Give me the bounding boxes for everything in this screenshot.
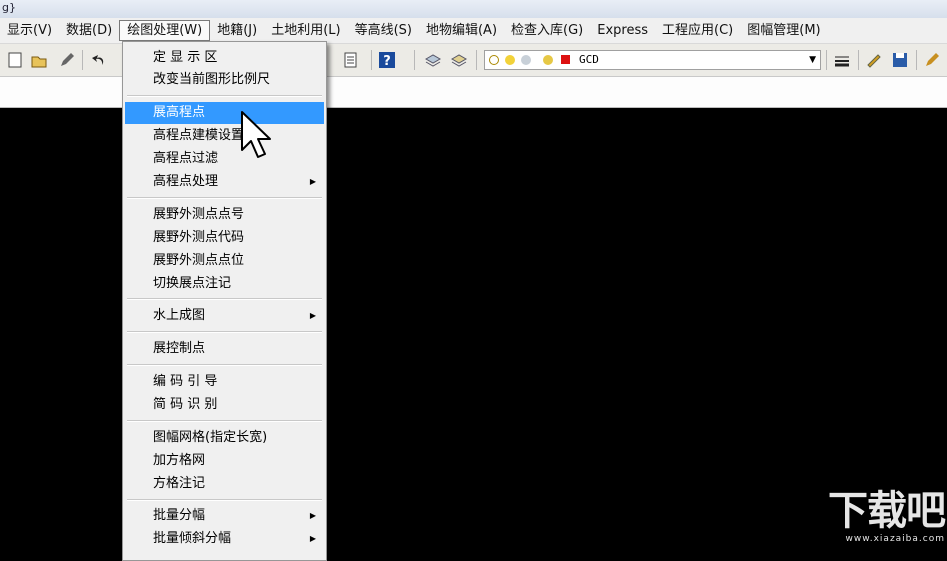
menu-item-batch-oblique-split[interactable]: 批量倾斜分幅 ▶ xyxy=(125,528,324,550)
menu-item-elevation-model-settings[interactable]: 高程点建模设置 xyxy=(125,125,324,147)
menu-item-code-guide[interactable]: 编 码 引 导 xyxy=(125,371,324,393)
submenu-arrow-icon: ▶ xyxy=(309,177,316,186)
freeze-icon xyxy=(521,55,531,65)
menu-item-plot-control-points[interactable]: 展控制点 xyxy=(125,338,324,360)
menu-item-set-display-area[interactable]: 定 显 示 区 xyxy=(125,47,324,69)
layer-dropdown[interactable]: GCD ▼ xyxy=(484,50,821,70)
publish-icon[interactable] xyxy=(347,51,365,69)
menu-item-label: 批量分幅 xyxy=(153,508,206,523)
menu-land-use[interactable]: 土地利用(L) xyxy=(264,20,347,41)
menu-item-plot-point-codes[interactable]: 展野外测点代码 xyxy=(125,227,324,249)
menu-item-label: 高程点处理 xyxy=(153,174,219,189)
properties-icon[interactable] xyxy=(865,51,883,69)
undo-icon[interactable] xyxy=(90,51,108,69)
layer-name: GCD xyxy=(579,53,599,66)
watermark-url: www.xiazaiba.com xyxy=(845,534,945,544)
menu-cadastre[interactable]: 地籍(J) xyxy=(210,20,264,41)
new-file-icon[interactable] xyxy=(6,51,24,69)
menu-item-grid-annotation[interactable]: 方格注记 xyxy=(125,473,324,495)
help-icon[interactable]: ? xyxy=(378,51,396,69)
open-file-icon[interactable] xyxy=(30,51,48,69)
menu-item-plot-point-positions[interactable]: 展野外测点点位 xyxy=(125,250,324,272)
chevron-down-icon: ▼ xyxy=(809,55,816,65)
submenu-arrow-icon: ▶ xyxy=(309,534,316,543)
title-bar: g} xyxy=(0,0,947,18)
submenu-arrow-icon: ▶ xyxy=(309,511,316,520)
pencil-icon[interactable] xyxy=(58,51,76,69)
menu-item-water-mapping[interactable]: 水上成图 ▶ xyxy=(125,305,324,327)
watermark-logo: 下载吧 xyxy=(828,488,946,534)
menu-item-elevation-filter[interactable]: 高程点过滤 xyxy=(125,148,324,170)
lightbulb-icon xyxy=(489,55,499,65)
menu-sheet-management[interactable]: 图幅管理(M) xyxy=(740,20,827,41)
menu-item-short-code-recognition[interactable]: 简 码 识 别 xyxy=(125,394,324,416)
layers-icon[interactable] xyxy=(424,51,442,69)
menu-item-elevation-processing[interactable]: 高程点处理 ▶ xyxy=(125,171,324,193)
save-icon[interactable] xyxy=(891,51,909,69)
menu-item-add-grid[interactable]: 加方格网 xyxy=(125,450,324,472)
sun-icon xyxy=(505,55,515,65)
layer-states-icon[interactable] xyxy=(450,51,468,69)
menu-feature-edit[interactable]: 地物编辑(A) xyxy=(419,20,504,41)
edit-icon[interactable] xyxy=(923,51,941,69)
menu-item-sheet-grid[interactable]: 图幅网格(指定长宽) xyxy=(125,427,324,449)
svg-text:?: ? xyxy=(383,54,391,69)
menu-express[interactable]: Express xyxy=(590,20,655,41)
menu-engineering[interactable]: 工程应用(C) xyxy=(655,20,740,41)
menu-item-toggle-point-labels[interactable]: 切换展点注记 xyxy=(125,273,324,295)
menu-drawing-processing[interactable]: 绘图处理(W) xyxy=(119,20,211,41)
menu-check-import[interactable]: 检查入库(G) xyxy=(504,20,590,41)
menu-contour[interactable]: 等高线(S) xyxy=(348,20,419,41)
submenu-arrow-icon: ▶ xyxy=(309,311,316,320)
watermark: 下载吧 www.xiazaiba.com xyxy=(810,488,946,549)
layer-color-swatch xyxy=(561,55,570,64)
mouse-cursor-icon xyxy=(241,111,271,158)
drawing-processing-menu: 定 显 示 区 改变当前图形比例尺 展高程点 高程点建模设置 高程点过滤 高程点… xyxy=(122,41,327,561)
menu-item-label: 水上成图 xyxy=(153,308,206,323)
lineweight-icon[interactable] xyxy=(833,51,851,69)
menu-item-plot-elevation-points[interactable]: 展高程点 xyxy=(125,102,324,124)
menu-data[interactable]: 数据(D) xyxy=(59,20,119,41)
menu-item-change-scale[interactable]: 改变当前图形比例尺 xyxy=(125,69,324,91)
window-title: g} xyxy=(2,1,16,14)
menu-item-batch-sheet-split[interactable]: 批量分幅 ▶ xyxy=(125,505,324,527)
menu-view[interactable]: 显示(V) xyxy=(0,20,59,41)
lock-icon xyxy=(543,55,553,65)
menu-item-label: 批量倾斜分幅 xyxy=(153,531,232,546)
menu-item-plot-point-numbers[interactable]: 展野外测点点号 xyxy=(125,204,324,226)
